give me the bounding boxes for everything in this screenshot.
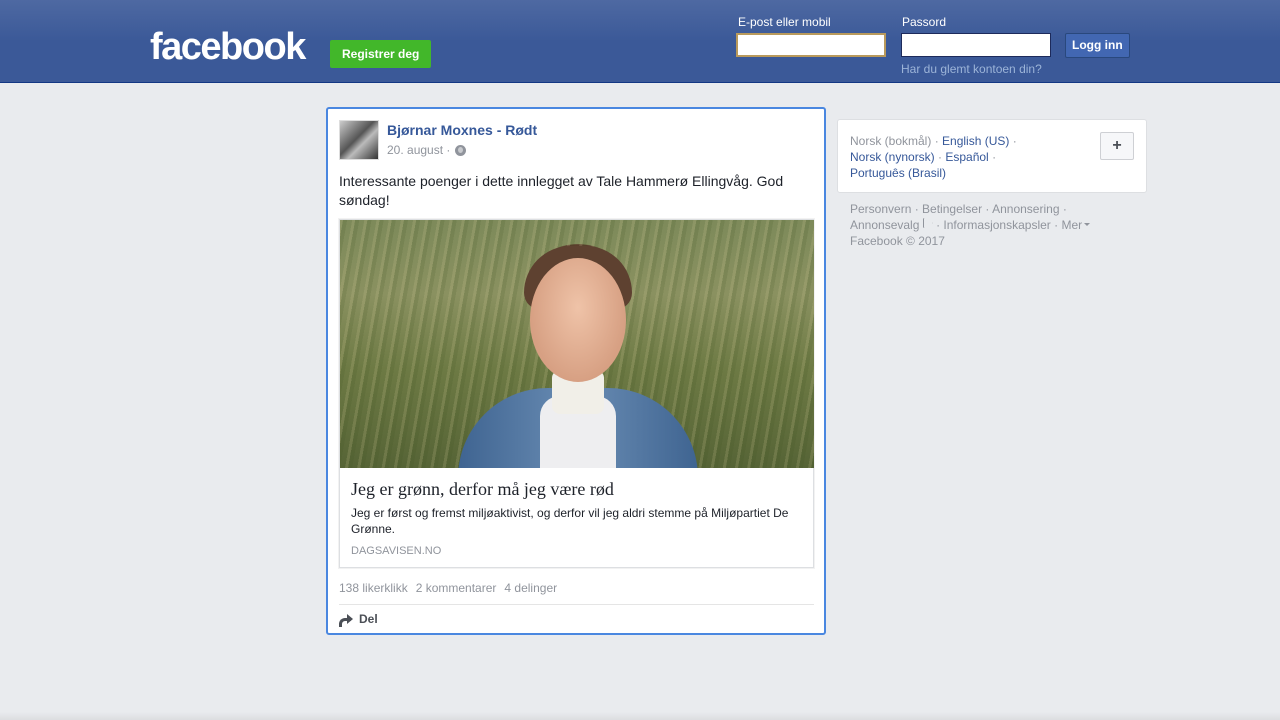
post-card: Bjørnar Moxnes - Rødt 20. august · Inter… [326, 107, 826, 635]
link-domain: DAGSAVISEN.NO [351, 545, 442, 557]
divider [339, 604, 814, 605]
adchoices-icon [922, 218, 933, 228]
share-button[interactable]: Del [339, 612, 378, 627]
image-face [530, 258, 626, 382]
post-text: Interessante poenger i dette innlegget a… [339, 173, 784, 208]
link-description: Jeg er først og fremst miljøaktivist, og… [351, 506, 789, 536]
footer-adchoices[interactable]: Annonsevalg [850, 218, 919, 232]
facebook-logo[interactable]: facebook [150, 27, 306, 67]
shares-count[interactable]: 4 delinger [504, 581, 557, 595]
bottom-edge [0, 712, 1280, 720]
language-list: Norsk (bokmål) · English (US) · Norsk (n… [850, 134, 1017, 180]
plus-icon[interactable]: + [1100, 132, 1134, 160]
post-stats: 138 likerklikk 2 kommentarer 4 delinger [339, 581, 557, 595]
author-avatar[interactable] [339, 120, 379, 160]
language-option-espanol[interactable]: Español [945, 150, 988, 164]
footer-privacy[interactable]: Personvern [850, 202, 911, 216]
likes-count[interactable]: 138 likerklikk [339, 581, 408, 595]
globe-icon[interactable] [455, 144, 467, 156]
password-label: Passord [902, 15, 947, 29]
forgot-account-link[interactable]: Har du glemt kontoen din? [901, 62, 1042, 76]
footer-advertising[interactable]: Annonsering [992, 202, 1059, 216]
link-title[interactable]: Jeg er grønn, derfor må jeg være rød [351, 479, 614, 500]
login-button[interactable]: Logg inn [1065, 33, 1130, 58]
link-preview[interactable]: Jeg er grønn, derfor må jeg være rød Jeg… [339, 219, 814, 568]
register-button[interactable]: Registrer deg [330, 40, 432, 68]
footer-terms[interactable]: Betingelser [922, 202, 982, 216]
footer-cookies[interactable]: Informasjonskapsler [943, 218, 1050, 232]
comments-count[interactable]: 2 kommentarer [416, 581, 497, 595]
email-label: E-post eller mobil [738, 15, 831, 29]
password-field[interactable] [901, 33, 1051, 57]
language-selector: Norsk (bokmål) · English (US) · Norsk (n… [837, 119, 1147, 193]
footer-copyright: Facebook © 2017 [850, 234, 945, 248]
post-meta: 20. august · [387, 143, 467, 157]
post-date[interactable]: 20. august · [387, 143, 450, 157]
email-field[interactable] [736, 33, 886, 57]
language-option-nynorsk[interactable]: Norsk (nynorsk) [850, 150, 935, 164]
top-bar: facebook Registrer deg E-post eller mobi… [0, 0, 1280, 83]
footer-links: Personvern · Betingelser · Annonsering ·… [850, 201, 1140, 249]
link-preview-image[interactable] [340, 220, 814, 468]
share-arrow-icon [339, 613, 353, 627]
language-option-portugues[interactable]: Português (Brasil) [850, 166, 946, 180]
footer-more[interactable]: Mer [1061, 218, 1082, 232]
share-label: Del [359, 612, 378, 626]
chevron-down-icon[interactable] [1084, 223, 1091, 226]
language-option-english[interactable]: English (US) [942, 134, 1009, 148]
language-current: Norsk (bokmål) [850, 134, 932, 148]
post-author[interactable]: Bjørnar Moxnes - Rødt [387, 122, 537, 138]
